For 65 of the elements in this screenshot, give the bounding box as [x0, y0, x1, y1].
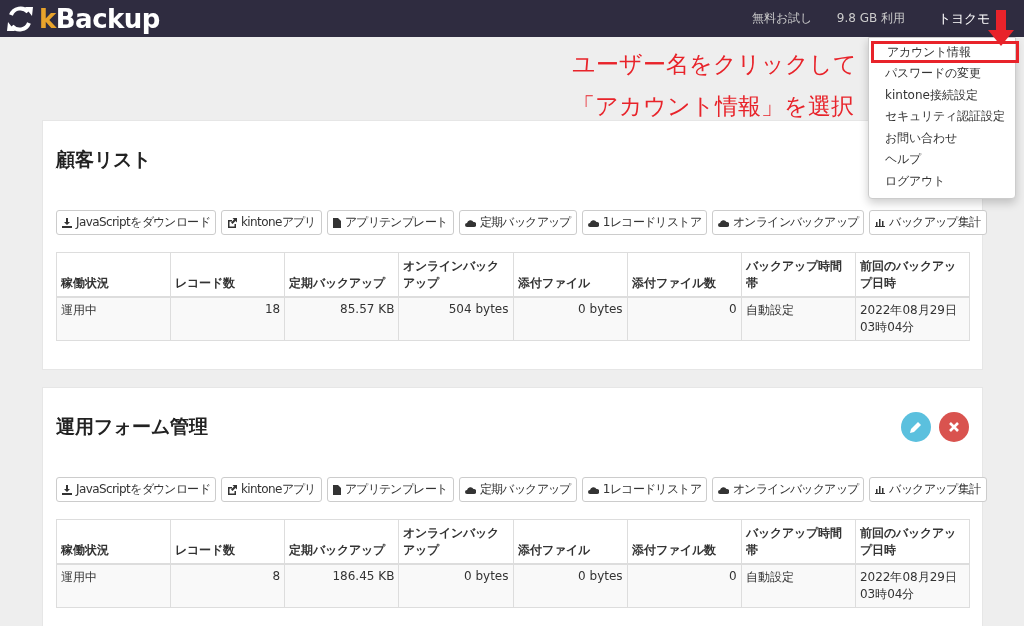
cloud-icon	[464, 218, 476, 227]
logo-text[interactable]: kBackup	[39, 3, 160, 34]
menu-item[interactable]: ログアウト	[869, 170, 1015, 192]
toolbar-button[interactable]: 定期バックアップ	[458, 477, 577, 502]
table-cell: 自動設定	[741, 564, 856, 608]
external-link-icon	[226, 484, 237, 495]
delete-button[interactable]	[939, 412, 969, 442]
table-cell: 運用中	[56, 564, 171, 608]
table-cell: 85.57 KB	[284, 297, 399, 341]
table-cell: 自動設定	[741, 297, 856, 341]
table-cell: 0 bytes	[513, 297, 628, 341]
cloud-icon	[464, 485, 476, 494]
cloud-icon	[717, 218, 729, 227]
card-title: 運用フォーム管理	[56, 414, 208, 439]
table-cell: 0 bytes	[398, 564, 513, 608]
toolbar-button[interactable]: バックアップ集計	[869, 210, 987, 235]
toolbar-button[interactable]: 1レコードリストア	[581, 210, 707, 235]
toolbar-button[interactable]: kintoneアプリ	[220, 477, 322, 502]
menu-item[interactable]: kintone接続設定	[869, 84, 1015, 106]
table-cell: 2022年08月29日 03時04分	[855, 564, 970, 608]
toolbar-button[interactable]: 1レコードリストア	[581, 477, 707, 502]
table-cell: 2022年08月29日 03時04分	[855, 297, 970, 341]
toolbar-button[interactable]: JavaScriptをダウンロード	[56, 210, 216, 235]
menu-item[interactable]: ヘルプ	[869, 149, 1015, 171]
menu-item[interactable]: アカウント情報	[871, 41, 1019, 63]
table-cell: 504 bytes	[398, 297, 513, 341]
table-cell: 186.45 KB	[284, 564, 399, 608]
toolbar-button[interactable]: アプリテンプレート	[326, 477, 454, 502]
toolbar-button[interactable]: アプリテンプレート	[326, 210, 454, 235]
arrow-annotation	[988, 10, 1014, 46]
toolbar-button[interactable]: オンラインバックアップ	[711, 477, 865, 502]
toolbar-button[interactable]: kintoneアプリ	[220, 210, 322, 235]
table-cell: 0 bytes	[513, 564, 628, 608]
file-icon	[332, 217, 341, 228]
external-link-icon	[226, 217, 237, 228]
file-icon	[332, 484, 341, 495]
table-cell: 8	[170, 564, 285, 608]
download-icon	[62, 484, 72, 495]
menu-item[interactable]: お問い合わせ	[869, 127, 1015, 149]
pencil-icon	[910, 421, 922, 433]
cloud-icon	[587, 218, 599, 227]
download-icon	[62, 217, 72, 228]
toolbar-button[interactable]: 定期バックアップ	[458, 210, 577, 235]
toolbar-button[interactable]: オンラインバックアップ	[711, 210, 865, 235]
cloud-icon	[717, 485, 729, 494]
card-title: 顧客リスト	[56, 147, 151, 172]
bar-chart-icon	[875, 485, 886, 494]
table-cell: 運用中	[56, 297, 171, 341]
nav-link[interactable]: 9.8 GB 利用	[836, 10, 905, 27]
menu-item[interactable]: セキュリティ認証設定	[869, 106, 1015, 128]
table-cell: 18	[170, 297, 285, 341]
toolbar-button[interactable]: JavaScriptをダウンロード	[56, 477, 216, 502]
table-cell: 0	[627, 297, 742, 341]
annotation-text: 「アカウント情報」を選択	[572, 92, 855, 121]
sync-icon	[5, 4, 35, 33]
user-menu-toggle[interactable]: トヨクモ	[938, 9, 990, 28]
nav-link[interactable]: 無料お試し	[751, 10, 812, 27]
table-cell: 0	[627, 564, 742, 608]
close-icon	[949, 422, 959, 432]
toolbar-button[interactable]: バックアップ集計	[869, 477, 987, 502]
bar-chart-icon	[875, 218, 886, 227]
cloud-icon	[587, 485, 599, 494]
edit-button[interactable]	[901, 412, 931, 442]
menu-item[interactable]: パスワードの変更	[869, 63, 1015, 85]
annotation-text: ユーザー名をクリックして	[572, 50, 857, 79]
